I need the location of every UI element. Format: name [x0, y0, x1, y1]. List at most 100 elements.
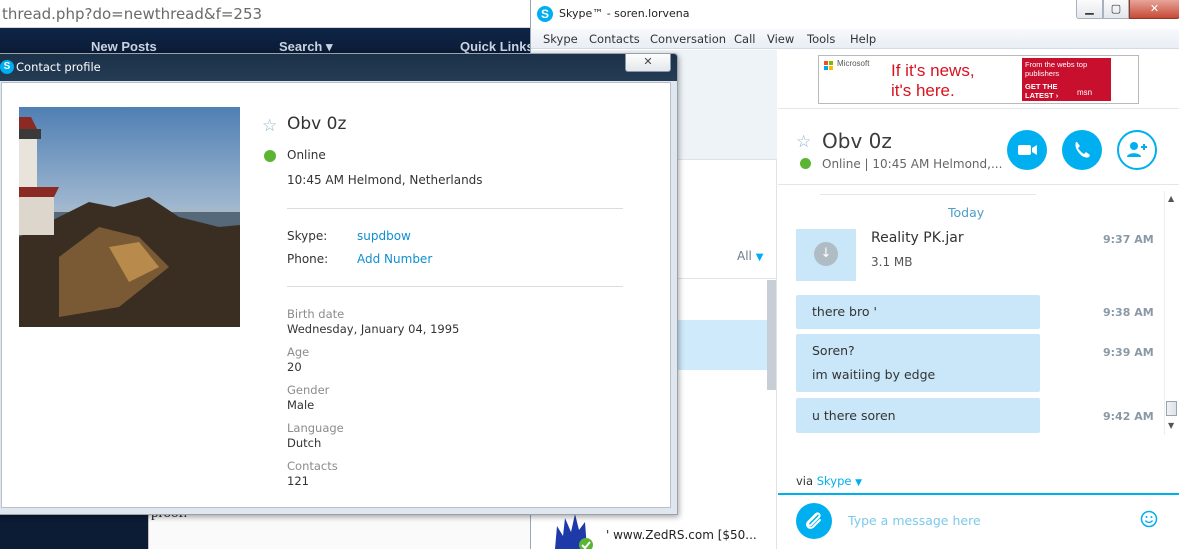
via-label: via: [796, 474, 817, 488]
contacts-value: 121: [287, 474, 309, 488]
date-divider: Today: [948, 205, 985, 220]
skype-logo-icon: S: [537, 6, 553, 22]
nav-new-posts[interactable]: New Posts: [91, 39, 157, 54]
phone-label: Phone:: [287, 252, 329, 266]
smiley-icon[interactable]: [1140, 510, 1158, 528]
divider: [778, 108, 1179, 109]
file-size: 3.1 MB: [871, 255, 913, 269]
scroll-up-icon[interactable]: ▲: [1168, 194, 1174, 203]
message-bubble[interactable]: there bro ': [796, 295, 1040, 329]
divider: [669, 159, 777, 160]
chevron-down-icon: ▾: [326, 39, 333, 54]
nav-quick-links[interactable]: Quick Links: [460, 39, 534, 54]
age-label: Age: [287, 345, 310, 359]
star-outline-icon[interactable]: ☆: [796, 132, 811, 152]
ad-headline: it's here.: [891, 81, 955, 100]
dialog-title: Contact profile: [16, 60, 101, 74]
menu-bar: Skype Contacts Conversation Call View To…: [531, 29, 1179, 49]
gender-label: Gender: [287, 383, 330, 397]
compose-divider: [778, 493, 1179, 495]
forum-navbar: New Posts Search ▾ Quick Links: [0, 28, 534, 54]
profile-body: ☆ Obv 0z Online 10:45 AM Helmond, Nether…: [1, 82, 671, 508]
paperclip-icon: [805, 512, 821, 529]
scroll-down-icon[interactable]: ▼: [1168, 421, 1174, 430]
contacts-label: Contacts: [287, 459, 338, 473]
skype-logo-icon: S: [0, 60, 14, 74]
close-button[interactable]: ✕: [1129, 0, 1179, 19]
add-people-button[interactable]: [1117, 130, 1157, 170]
ad-banner[interactable]: Microsoft If it's news, it's here. From …: [818, 55, 1139, 104]
online-status-icon: [264, 150, 276, 162]
online-status-icon: [800, 158, 811, 169]
message-time: 9:39 AM: [1103, 346, 1154, 359]
via-selector[interactable]: via Skype ▼: [796, 474, 862, 488]
via-link[interactable]: Skype: [817, 474, 852, 488]
menu-view[interactable]: View: [767, 32, 794, 46]
address-bar[interactable]: thread.php?do=newthread&f=253: [0, 0, 530, 28]
message-bubble[interactable]: Soren? im waitiing by edge: [796, 334, 1040, 392]
ad-cta-box[interactable]: From the webs top publishers GET THE LAT…: [1022, 58, 1111, 101]
contact-avatar: [555, 514, 593, 549]
star-outline-icon[interactable]: ☆: [262, 116, 277, 136]
menu-tools[interactable]: Tools: [807, 32, 835, 46]
minimize-button[interactable]: ▁: [1076, 0, 1103, 19]
age-value: 20: [287, 360, 302, 374]
birthdate-label: Birth date: [287, 307, 345, 321]
skype-titlebar: S Skype™ - soren.lorvena ▁ ▢ ✕: [531, 0, 1179, 29]
divider: [287, 208, 623, 209]
conversation-pane: Microsoft If it's news, it's here. From …: [778, 50, 1179, 549]
menu-conversation[interactable]: Conversation: [650, 32, 726, 46]
ad-headline: If it's news,: [891, 61, 975, 80]
profile-picture[interactable]: [19, 107, 240, 327]
previous-message-fragment: [820, 185, 1036, 195]
gender-value: Male: [287, 398, 315, 412]
filter-label: All: [737, 249, 752, 263]
window-title: Skype™ - soren.lorvena: [559, 7, 690, 20]
skype-id-label: Skype:: [287, 229, 328, 243]
language-value: Dutch: [287, 436, 322, 450]
microsoft-logo-icon: [824, 61, 834, 71]
message-bubble[interactable]: u there soren: [796, 398, 1040, 433]
ad-tagline: From the webs top publishers: [1025, 60, 1088, 78]
audio-call-button[interactable]: [1062, 130, 1102, 170]
phone-icon: [1075, 142, 1090, 158]
birthdate-value: Wednesday, January 04, 1995: [287, 322, 460, 336]
video-call-button[interactable]: [1007, 130, 1047, 170]
message-text: there bro ': [812, 304, 877, 319]
file-transfer[interactable]: ↓: [796, 229, 856, 281]
ad-brand: Microsoft: [837, 59, 870, 68]
profile-status: Online: [287, 148, 326, 162]
skype-id-value[interactable]: supdbow: [357, 229, 411, 243]
language-label: Language: [287, 421, 344, 435]
menu-contacts[interactable]: Contacts: [589, 32, 640, 46]
message-text: Soren?: [812, 343, 855, 358]
messages-scrollbar[interactable]: ▲ ▼: [1164, 191, 1178, 435]
video-camera-icon: [1018, 145, 1037, 155]
contact-profile-dialog: S Contact profile ✕ ☆ Obv 0z Online 10:4…: [0, 53, 678, 515]
dialog-close-button[interactable]: ✕: [625, 54, 671, 72]
menu-help[interactable]: Help: [850, 32, 876, 46]
contact-list-item-selected[interactable]: [671, 320, 768, 370]
recent-contact-name[interactable]: ' www.ZedRS.com [$50...: [606, 528, 757, 542]
download-icon[interactable]: ↓: [814, 242, 838, 266]
msn-logo: msn: [1077, 88, 1093, 97]
contacts-filter-dropdown[interactable]: All ▼: [737, 249, 763, 263]
maximize-button[interactable]: ▢: [1103, 0, 1129, 19]
menu-skype[interactable]: Skype: [543, 32, 578, 46]
add-number-link[interactable]: Add Number: [357, 252, 432, 266]
attach-button[interactable]: [796, 503, 832, 539]
dialog-titlebar: S Contact profile ✕: [0, 54, 677, 81]
conversation-contact-name[interactable]: Obv 0z: [822, 129, 892, 153]
chevron-down-icon: ▼: [755, 252, 764, 263]
ad-cta: GET THE LATEST ›: [1025, 82, 1059, 100]
add-person-icon: [1127, 142, 1147, 157]
profile-local-time: 10:45 AM Helmond, Netherlands: [287, 173, 483, 187]
menu-call[interactable]: Call: [734, 32, 755, 46]
message-input[interactable]: [848, 508, 1128, 532]
file-name[interactable]: Reality PK.jar: [871, 230, 964, 246]
scrollbar-thumb[interactable]: [1166, 401, 1177, 416]
conversation-status: Online | 10:45 AM Helmond,...: [822, 157, 1003, 171]
divider: [669, 278, 777, 279]
contacts-scrollbar[interactable]: [767, 280, 776, 390]
chevron-down-icon: ▼: [855, 478, 863, 488]
